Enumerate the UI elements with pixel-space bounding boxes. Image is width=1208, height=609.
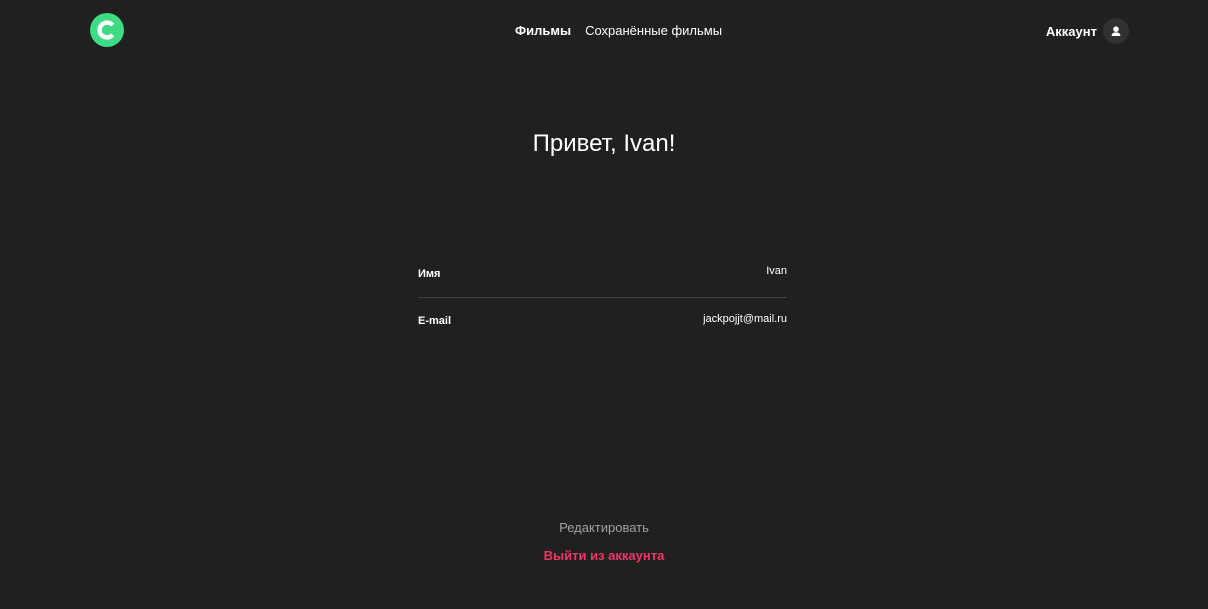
account-label: Аккаунт xyxy=(1045,23,1097,39)
profile-row-email: E-mail jackpojjt@mail.ru xyxy=(418,298,787,328)
email-value: jackpojjt@mail.ru xyxy=(703,313,787,325)
profile-info: Имя Ivan E-mail jackpojjt@mail.ru xyxy=(418,264,787,328)
name-value: Ivan xyxy=(766,265,787,277)
profile-row-name: Имя Ivan xyxy=(418,264,787,298)
logo-icon[interactable] xyxy=(90,13,124,47)
page-title: Привет, Ivan! xyxy=(532,130,676,157)
nav-link-saved-movies[interactable]: Сохранённые фильмы xyxy=(585,23,722,39)
name-label: Имя xyxy=(418,268,441,280)
email-label: E-mail xyxy=(418,315,452,327)
edit-button[interactable]: Редактировать xyxy=(559,520,649,535)
user-icon xyxy=(1103,18,1129,44)
main-nav: Фильмы Сохранённые фильмы xyxy=(515,23,722,39)
logout-button-wrapper: Выйти из аккаунта xyxy=(0,548,1208,564)
logout-button[interactable]: Выйти из аккаунта xyxy=(544,548,665,563)
edit-button-wrapper: Редактировать xyxy=(0,520,1208,536)
account-button[interactable]: Аккаунт xyxy=(1046,18,1129,44)
profile-page: Фильмы Сохранённые фильмы Аккаунт Привет… xyxy=(0,0,1208,609)
nav-link-movies[interactable]: Фильмы xyxy=(515,23,571,39)
logo-graphic xyxy=(90,13,124,47)
